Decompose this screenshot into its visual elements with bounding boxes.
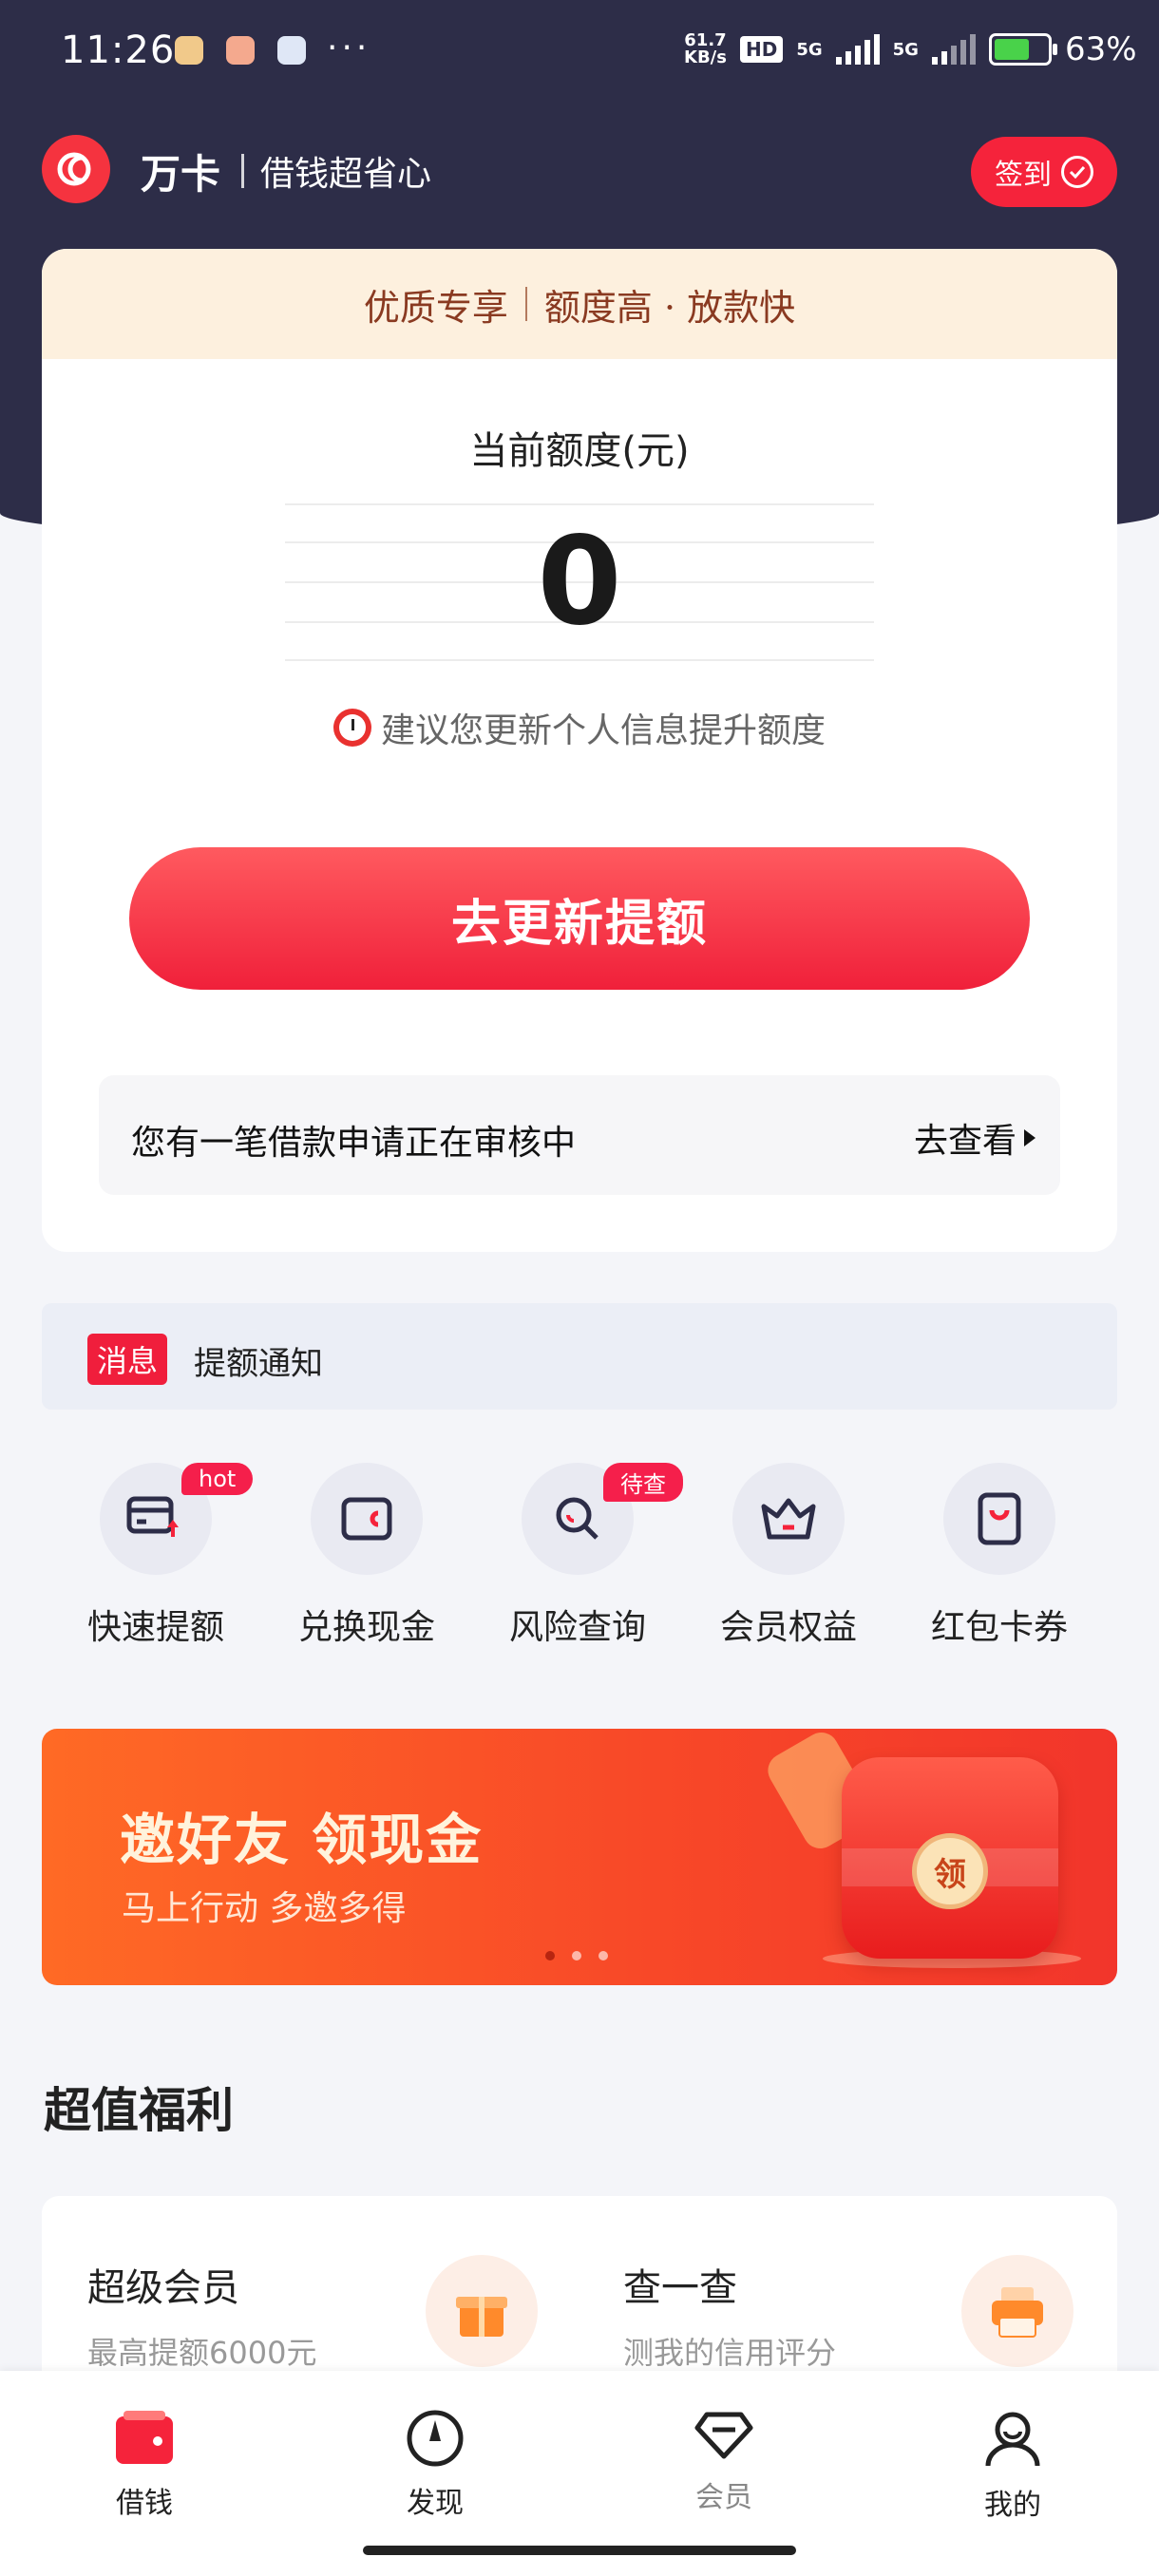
red-envelope-icon: 领 (842, 1757, 1058, 1959)
carousel-dots (545, 1951, 608, 1960)
signin-button[interactable]: 签到 (971, 137, 1117, 207)
signin-label: 签到 (995, 160, 1052, 191)
home-indicator[interactable] (363, 2546, 796, 2555)
welfare-item-title[interactable]: 超级会员 (87, 2257, 239, 2312)
welfare-item-subtitle: 最高提额6000元 (87, 2335, 317, 2371)
tab-member[interactable]: 会员 (629, 2409, 819, 2515)
network-speed: 61.7 KB/s (684, 30, 727, 67)
crown-icon (732, 1463, 845, 1575)
card-up-icon: hot (100, 1463, 254, 1575)
app-brand-name: 万卡 (141, 151, 221, 198)
quick-action-member-benefits[interactable]: 会员权益 (684, 1463, 893, 1662)
battery-icon (988, 33, 1057, 66)
quick-action-exchange-cash[interactable]: 兑换现金 (262, 1463, 471, 1662)
tab-mine[interactable]: 我的 (918, 2409, 1108, 2523)
message-tag: 消息 (87, 1334, 168, 1385)
pending-badge: 待查 (603, 1463, 683, 1502)
brand-divider (241, 154, 244, 188)
envelope-coin: 领 (912, 1833, 988, 1909)
printer-icon[interactable] (961, 2255, 1074, 2367)
check-circle-icon (1061, 156, 1093, 188)
tab-borrow[interactable]: 借钱 (49, 2409, 239, 2521)
limit-value: 0 (537, 511, 622, 653)
alarm-clock-icon (332, 709, 371, 747)
more-notifications-icon: ··· (327, 28, 371, 67)
wallet-tab-icon (116, 2411, 173, 2464)
quick-action-fast-raise[interactable]: hot 快速提额 (51, 1463, 260, 1662)
promo-divider (524, 287, 527, 321)
quick-action-risk-query[interactable]: 待查 风险查询 (473, 1463, 683, 1662)
wallet-icon (311, 1463, 423, 1575)
welfare-item-subtitle: 测我的信用评分 (623, 2335, 837, 2371)
banner-title: 邀好友 领现金 (120, 1808, 484, 1872)
hot-badge: hot (181, 1463, 254, 1495)
search-icon: 待查 (522, 1463, 683, 1575)
battery-level: 63% (1064, 30, 1137, 68)
invite-friends-banner[interactable]: 邀好友 领现金 马上行动 多邀多得 领 (42, 1729, 1117, 1985)
promo-strip: 优质专享 额度高 · 放款快 (42, 249, 1117, 359)
notification-app-icon (277, 36, 306, 65)
notice-text: 您有一笔借款申请正在审核中 (131, 1124, 577, 1163)
notification-app-icon (175, 36, 203, 65)
loan-review-notice[interactable]: 您有一笔借款申请正在审核中 去查看 (99, 1075, 1060, 1195)
diamond-icon (694, 2412, 753, 2459)
view-link[interactable]: 去查看 (914, 1113, 1036, 1163)
update-limit-button[interactable]: 去更新提额 (129, 847, 1030, 990)
promo-left: 优质专享 (363, 286, 508, 329)
sim2-label: 5G (892, 39, 919, 60)
message-text: 提额通知 (194, 1345, 323, 1383)
section-title: 超值福利 (44, 2083, 234, 2138)
welfare-item-title[interactable]: 查一查 (623, 2257, 737, 2312)
hd-icon: HD (739, 36, 784, 63)
tab-discover[interactable]: 发现 (340, 2409, 530, 2521)
red-packet-icon (943, 1463, 1055, 1575)
signal-icon (835, 34, 880, 65)
limit-tip-text: 建议您更新个人信息提升额度 (380, 711, 826, 750)
status-time: 11:26 (61, 28, 176, 72)
user-icon (985, 2412, 1040, 2467)
notification-app-icon (226, 36, 255, 65)
promo-right: 额度高 · 放款快 (543, 286, 796, 329)
status-indicators: 61.7 KB/s HD 5G 5G 63% (684, 30, 1137, 68)
arrow-right-icon (1024, 1129, 1036, 1146)
message-bar[interactable]: 消息 提额通知 (42, 1303, 1117, 1410)
compass-icon (407, 2410, 464, 2467)
gift-box-icon[interactable] (426, 2255, 538, 2367)
app-logo-icon (42, 135, 110, 203)
credit-limit-card: 优质专享 额度高 · 放款快 当前额度(元) 0 建议您更新个人信息提升额度 去… (42, 249, 1117, 1252)
signal-icon (931, 34, 976, 65)
sim1-label: 5G (796, 39, 823, 60)
app-slogan: 借钱超省心 (260, 155, 432, 194)
banner-subtitle: 马上行动 多邀多得 (122, 1889, 407, 1928)
quick-action-red-packet-coupons[interactable]: 红包卡券 (895, 1463, 1104, 1662)
limit-label: 当前额度(元) (469, 429, 690, 473)
limit-tip: 建议您更新个人信息提升额度 (42, 703, 1117, 752)
